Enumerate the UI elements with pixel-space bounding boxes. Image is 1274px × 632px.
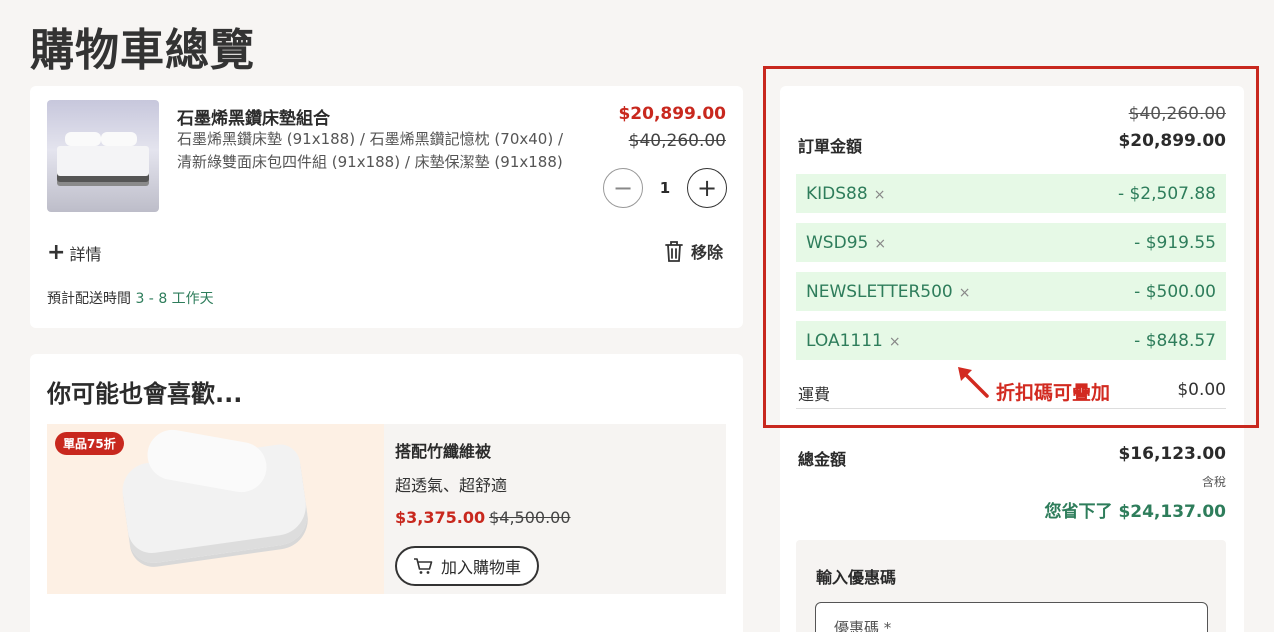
- remove-button[interactable]: 移除: [663, 239, 723, 263]
- coupon-row: NEWSLETTER500 × - $500.00: [796, 272, 1226, 311]
- order-amount-label: 訂單金額: [798, 137, 863, 156]
- quantity-stepper: − 1 +: [603, 168, 727, 208]
- recommended-price-original: $4,500.00: [489, 508, 571, 527]
- product-price-current: $20,899.00: [618, 104, 726, 124]
- savings-text: 您省下了 $24,137.00: [1044, 502, 1226, 522]
- product-price-original: $40,260.00: [628, 131, 726, 151]
- divider: [796, 408, 1226, 409]
- coupon-code: KIDS88: [806, 183, 868, 204]
- order-summary: $40,260.00 訂單金額 $20,899.00 KIDS88 × - $2,…: [780, 86, 1244, 632]
- product-thumbnail[interactable]: [47, 100, 159, 212]
- product-name[interactable]: 石墨烯黑鑽床墊組合: [177, 104, 330, 129]
- details-label: 詳情: [69, 245, 102, 264]
- promo-code-title: 輸入優惠碼: [816, 568, 897, 587]
- coupon-amount: - $500.00: [1134, 281, 1216, 302]
- add-to-cart-label: 加入購物車: [440, 558, 521, 577]
- annotation-text: 折扣碼可疊加: [996, 382, 1111, 404]
- delivery-estimate: 預計配送時間 3 - 8 工作天: [47, 288, 214, 308]
- coupon-amount: - $2,507.88: [1117, 183, 1216, 204]
- coupon-code: LOA1111: [806, 330, 883, 351]
- shipping-label: 運費: [798, 385, 831, 404]
- quantity-value: 1: [659, 179, 671, 197]
- recommended-product-price: $3,375.00 $4,500.00: [395, 508, 571, 527]
- coupon-row: LOA1111 × - $848.57: [796, 321, 1226, 360]
- product-description-line: 清新綠雙面床包四件組 (91x188) / 床墊保潔墊 (91x188): [177, 153, 563, 171]
- recommendations-section: 你可能也會喜歡... 單品75折 搭配竹纖維被 超透氣、超舒適 $3,375.0…: [30, 354, 743, 632]
- coupon-row: KIDS88 × - $2,507.88: [796, 174, 1226, 213]
- coupon-code: NEWSLETTER500: [806, 281, 953, 302]
- decrease-quantity-button[interactable]: −: [603, 168, 643, 208]
- coupon-amount: - $848.57: [1134, 330, 1216, 351]
- product-description: 石墨烯黑鑽床墊 (91x188) / 石墨烯黑鑽記憶枕 (70x40) / 清新…: [177, 128, 577, 174]
- recommended-price-current: $3,375.00: [395, 508, 486, 527]
- total-label: 總金額: [798, 450, 847, 469]
- recommended-product-subtitle: 超透氣、超舒適: [395, 476, 508, 495]
- sale-badge: 單品75折: [55, 432, 124, 455]
- shipping-value: $0.00: [1177, 380, 1226, 400]
- arrow-icon: [958, 367, 989, 398]
- delivery-days: 3 - 8 工作天: [135, 291, 214, 307]
- remove-label: 移除: [690, 243, 723, 262]
- add-to-cart-button[interactable]: 加入購物車: [395, 546, 539, 586]
- recommended-product: 單品75折 搭配竹纖維被 超透氣、超舒適 $3,375.00 $4,500.00 …: [47, 424, 726, 594]
- promo-code-section: 輸入優惠碼 優惠碼 *: [796, 540, 1226, 632]
- product-description-line: 石墨烯黑鑽床墊 (91x188) / 石墨烯黑鑽記憶枕 (70x40) /: [177, 130, 564, 148]
- recommended-product-name[interactable]: 搭配竹纖維被: [395, 438, 491, 462]
- remove-coupon-icon[interactable]: ×: [959, 285, 971, 301]
- plus-icon: +: [47, 240, 66, 265]
- increase-quantity-button[interactable]: +: [687, 168, 727, 208]
- recommendations-title: 你可能也會喜歡...: [47, 380, 243, 408]
- remove-coupon-icon[interactable]: ×: [874, 187, 886, 203]
- coupon-amount: - $919.55: [1134, 232, 1216, 253]
- trash-icon: [665, 241, 683, 262]
- total-value: $16,123.00: [1118, 444, 1226, 464]
- remove-coupon-icon[interactable]: ×: [889, 334, 901, 350]
- cart-item-card: 石墨烯黑鑽床墊組合 石墨烯黑鑽床墊 (91x188) / 石墨烯黑鑽記憶枕 (7…: [30, 86, 743, 328]
- cart-icon: [413, 558, 433, 574]
- order-amount-value: $20,899.00: [1118, 131, 1226, 151]
- coupon-row: WSD95 × - $919.55: [796, 223, 1226, 262]
- coupon-code: WSD95: [806, 232, 869, 253]
- original-total: $40,260.00: [1128, 104, 1226, 124]
- page-title: 購物車總覽: [30, 25, 255, 76]
- tax-note: 含稅: [1201, 475, 1226, 489]
- details-toggle[interactable]: + 詳情: [47, 241, 101, 265]
- promo-code-input[interactable]: 優惠碼 *: [815, 602, 1208, 632]
- recommended-product-image[interactable]: 單品75折: [47, 424, 384, 594]
- delivery-label: 預計配送時間: [47, 291, 131, 307]
- remove-coupon-icon[interactable]: ×: [874, 236, 886, 252]
